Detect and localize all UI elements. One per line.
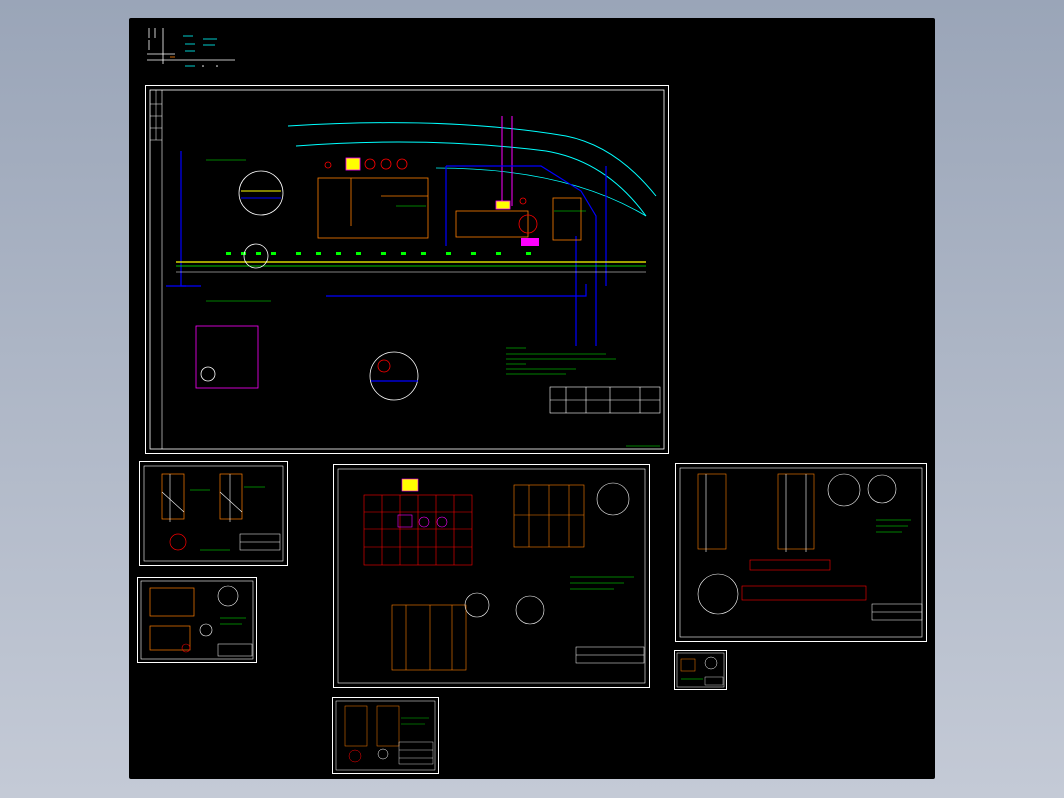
detail-b-sheet[interactable] (137, 577, 257, 663)
detail-a-sheet[interactable] (139, 461, 288, 566)
right-details-sheet[interactable] (675, 463, 927, 642)
bottom-detail-sheet[interactable] (332, 697, 439, 774)
bottom-detail-drawing (335, 700, 436, 771)
right-details-drawing (679, 467, 923, 638)
plan-elevation-drawing (337, 468, 646, 684)
legend-block (147, 28, 235, 67)
detail-b-drawing (140, 580, 254, 660)
main-plan-drawing (149, 89, 665, 450)
plan-elevation-sheet[interactable] (333, 464, 650, 688)
main-plan-sheet[interactable] (145, 85, 669, 454)
small-detail-drawing (676, 652, 725, 688)
small-detail-sheet[interactable] (674, 650, 727, 690)
detail-a-drawing (143, 465, 284, 562)
cad-model-space[interactable] (129, 18, 935, 779)
